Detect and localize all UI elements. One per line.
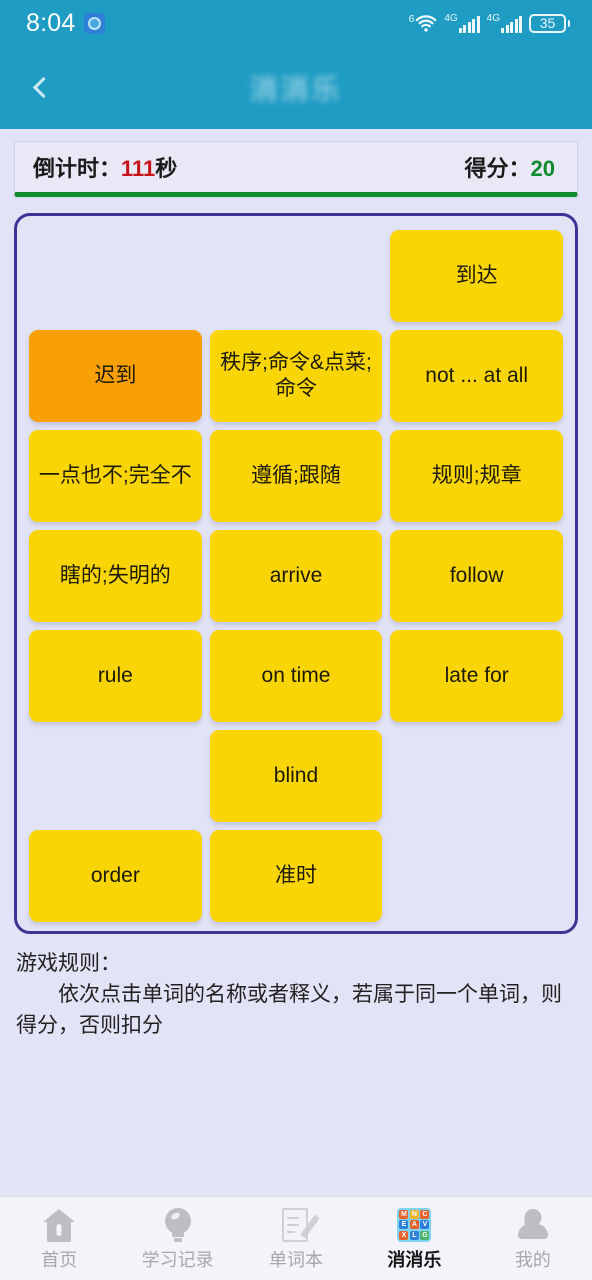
status-bar-left: 8:04 [26, 8, 106, 38]
tab-label: 学习记录 [141, 1249, 214, 1270]
wifi-generation-label: 6 [408, 13, 415, 25]
notebook-icon [280, 1206, 320, 1242]
countdown-unit: 秒 [155, 156, 178, 181]
tile-slot-empty [390, 730, 563, 822]
word-tile[interactable]: 规则;规章 [390, 430, 563, 522]
battery-icon: 35 [529, 13, 570, 33]
status-time: 8:04 [26, 8, 76, 37]
word-tile[interactable]: arrive [209, 530, 383, 622]
tile-slot: follow [390, 530, 563, 622]
tile-slot: on time [209, 630, 383, 722]
tile-slot: 准时 [209, 830, 383, 922]
game-rules: 游戏规则： 依次点击单词的名称或者释义，若属于同一个单词，则得分，否则扣分 [0, 934, 592, 1041]
tab-label: 单词本 [269, 1249, 324, 1270]
word-tile[interactable]: 到达 [390, 230, 563, 322]
tile-slot: late for [390, 630, 563, 722]
tab-user[interactable]: 我的 [474, 1206, 592, 1272]
word-tile[interactable]: 准时 [209, 830, 383, 922]
word-tile[interactable]: not ... at all [390, 330, 563, 422]
app-root: 8:04 6 4G 4G 35 消消乐 倒计时：111秒 得分：20 到达 迟到… [0, 0, 592, 1280]
tile-slot: order [29, 830, 202, 922]
status-panel: 倒计时：111秒 得分：20 [14, 141, 578, 197]
countdown-display: 倒计时：111秒 [33, 151, 177, 183]
status-panel-wrap: 倒计时：111秒 得分：20 [0, 129, 592, 197]
tile-slot: rule [29, 630, 202, 722]
score-display: 得分：20 [465, 151, 556, 183]
tab-label: 首页 [41, 1249, 78, 1270]
game-board: 到达迟到 秩序;命令&点菜;命令 not ... at all 一点也不;完全不 遵循;… [14, 213, 578, 934]
word-tile[interactable]: follow [390, 530, 563, 622]
sim1-network-label: 4G [444, 13, 458, 24]
tab-game-grid[interactable]: M N C E A V X L G 消消乐 [355, 1206, 473, 1272]
countdown-label: 倒计时： [33, 156, 122, 181]
tile-slot: 遵循;跟随 [209, 430, 383, 522]
wifi-glyph [416, 14, 437, 32]
battery-level: 35 [529, 13, 566, 33]
app-badge-icon [84, 12, 106, 34]
word-tile[interactable]: 秩序;命令&点菜;命令 [209, 330, 383, 422]
lightbulb-icon [163, 1206, 193, 1242]
status-bar-right: 6 4G 4G 35 [409, 13, 570, 33]
word-tile[interactable]: order [29, 830, 202, 922]
word-tile[interactable]: 瞎的;失明的 [29, 530, 202, 622]
tile-slot-empty [29, 730, 202, 822]
score-value: 20 [530, 156, 555, 181]
signal-bars-icon-2: 4G [487, 13, 522, 33]
signal-bars-icon-1: 4G [444, 13, 480, 33]
game-grid-icon: MNCEAVXLG [397, 1206, 432, 1242]
tab-lightbulb[interactable]: 学习记录 [118, 1206, 236, 1272]
word-tile[interactable]: blind [209, 730, 383, 822]
word-tile[interactable]: rule [29, 630, 202, 722]
score-label: 得分： [464, 156, 531, 181]
word-tile[interactable]: 一点也不;完全不 [29, 430, 202, 522]
tab-home[interactable]: 首页 [0, 1206, 118, 1272]
tile-slot-empty [29, 230, 202, 322]
word-tile[interactable]: late for [390, 630, 563, 722]
game-board-wrap: 到达迟到 秩序;命令&点菜;命令 not ... at all 一点也不;完全不 遵循;… [0, 197, 592, 934]
game-rules-title: 游戏规则： [16, 952, 121, 975]
tile-slot: 迟到 [29, 330, 202, 422]
word-tile-selected[interactable]: 迟到 [29, 330, 202, 422]
wifi-icon: 6 [409, 14, 438, 33]
tile-slot: 一点也不;完全不 [29, 430, 202, 522]
tile-slot-empty [390, 830, 563, 922]
status-bar: 8:04 6 4G 4G 35 [0, 0, 592, 46]
word-tile[interactable]: 遵循;跟随 [209, 430, 383, 522]
tile-slot-empty [210, 230, 383, 322]
game-rules-body: 依次点击单词的名称或者释义，若属于同一个单词，则得分，否则扣分 [16, 983, 562, 1038]
tile-grid: 到达迟到 秩序;命令&点菜;命令 not ... at all 一点也不;完全不 遵循;… [29, 230, 563, 922]
tile-slot: 到达 [390, 230, 563, 322]
home-icon [43, 1206, 76, 1242]
tile-slot: not ... at all [390, 330, 563, 422]
tab-notebook[interactable]: 单词本 [237, 1206, 355, 1272]
tile-slot: 规则;规章 [390, 430, 563, 522]
bottom-tab-bar: 首页 学习记录 单词本 M N C E A V X L G 消消乐 我的 [0, 1196, 592, 1280]
tab-label: 消消乐 [387, 1249, 442, 1270]
sim2-network-label: 4G [486, 13, 500, 24]
app-header: 消消乐 [0, 46, 592, 129]
tile-slot: blind [209, 730, 383, 822]
tile-slot: 瞎的;失明的 [29, 530, 202, 622]
page-title: 消消乐 [249, 73, 343, 105]
countdown-value: 111 [121, 156, 156, 181]
word-tile[interactable]: on time [209, 630, 383, 722]
tile-slot: arrive [209, 530, 383, 622]
tab-label: 我的 [514, 1249, 551, 1270]
tile-slot: 秩序;命令&点菜;命令 [209, 330, 383, 422]
user-icon [517, 1206, 549, 1242]
